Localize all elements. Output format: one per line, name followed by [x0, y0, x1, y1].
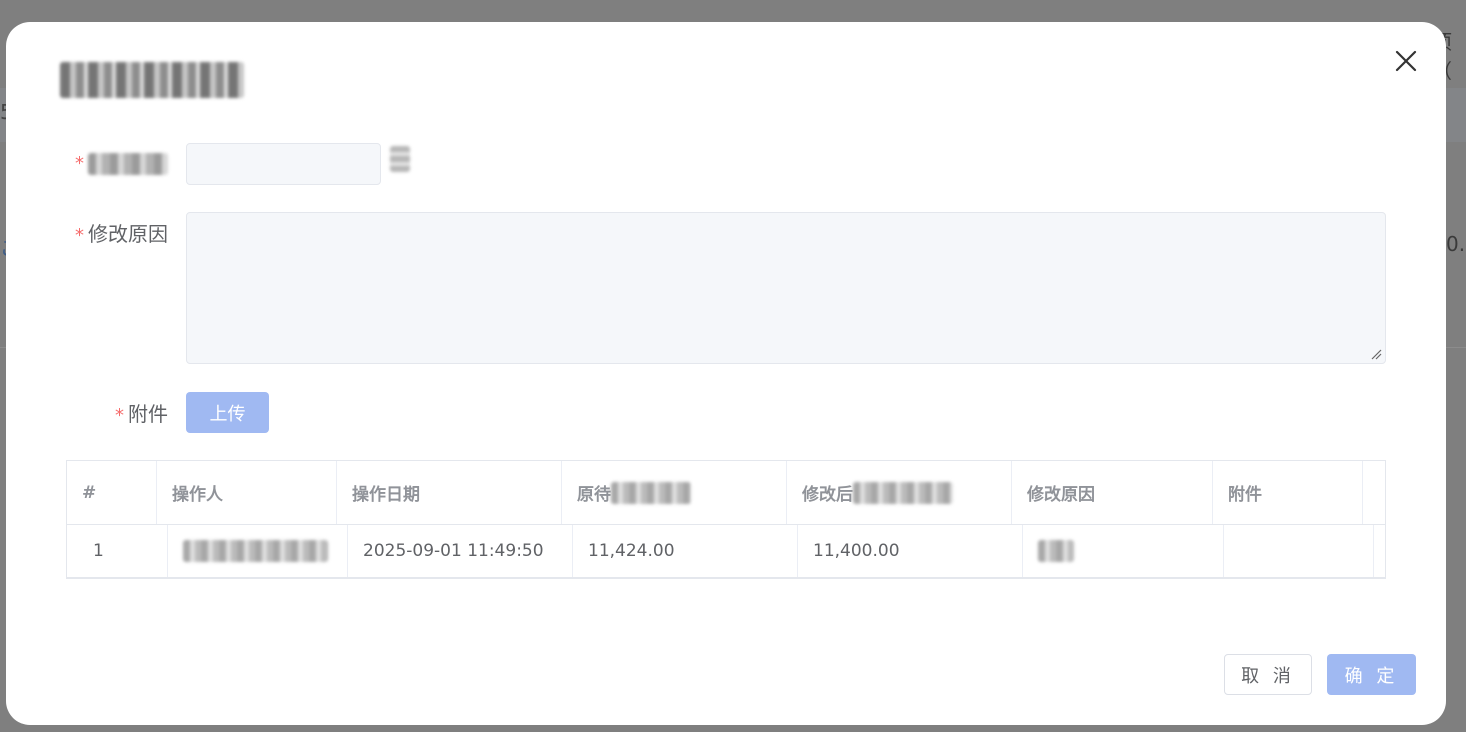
reason-textarea[interactable] [186, 212, 1386, 364]
column-header-index: # [67, 461, 157, 524]
redacted-header-text [611, 481, 691, 504]
reason-label-text: 修改原因 [88, 222, 168, 246]
required-mark: * [75, 225, 84, 246]
amount-unit [390, 146, 410, 172]
history-table: # 操作人 操作日期 原待 修改后 修改原因 附件 1 2025-09-01 1… [66, 460, 1386, 579]
redacted-reason [1038, 540, 1074, 562]
background-amount-text: 0.0 [1446, 232, 1466, 256]
amount-field-label: * [68, 150, 168, 180]
column-header-modified: 修改后 [787, 461, 1012, 524]
cancel-button[interactable]: 取 消 [1224, 654, 1312, 695]
edit-dialog: * *修改原因 *附件 上传 # 操作人 操作日期 原待 修改后 修改原因 [6, 22, 1446, 725]
table-row: 1 2025-09-01 11:49:50 11,424.00 11,400.0… [67, 525, 1385, 578]
resize-handle-icon[interactable] [1370, 348, 1382, 360]
close-icon [1395, 50, 1417, 72]
cell-attachment [1224, 525, 1374, 577]
cell-gutter [1374, 525, 1389, 577]
cell-date: 2025-09-01 11:49:50 [348, 525, 573, 577]
cell-index: 1 [67, 525, 168, 577]
redacted-header-text [853, 481, 953, 504]
cell-original: 11,424.00 [573, 525, 798, 577]
column-header-gutter [1363, 461, 1385, 524]
upload-button[interactable]: 上传 [186, 392, 269, 433]
table-header: # 操作人 操作日期 原待 修改后 修改原因 附件 [67, 461, 1385, 525]
column-header-reason: 修改原因 [1012, 461, 1213, 524]
column-header-original-text: 原待 [577, 485, 611, 505]
redacted-label [88, 152, 168, 175]
amount-input[interactable] [186, 143, 381, 185]
dialog-title [60, 62, 244, 98]
column-header-attachment: 附件 [1213, 461, 1363, 524]
attachment-label-text: 附件 [128, 402, 168, 426]
reason-field-label: * 修改原因 [68, 218, 168, 248]
column-header-date: 操作日期 [337, 461, 562, 524]
required-mark: * [115, 405, 124, 426]
required-mark: * [75, 153, 84, 174]
column-header-original: 原待 [562, 461, 787, 524]
cell-modified: 11,400.00 [798, 525, 1023, 577]
cell-operator [168, 525, 348, 577]
cell-reason [1023, 525, 1224, 577]
column-header-operator: 操作人 [157, 461, 337, 524]
attachment-field-label: * 附件 [68, 398, 168, 428]
redacted-title [60, 62, 244, 98]
column-header-modified-text: 修改后 [802, 485, 853, 505]
redacted-operator [183, 540, 328, 562]
close-button[interactable] [1391, 46, 1421, 76]
confirm-button[interactable]: 确 定 [1327, 654, 1416, 695]
